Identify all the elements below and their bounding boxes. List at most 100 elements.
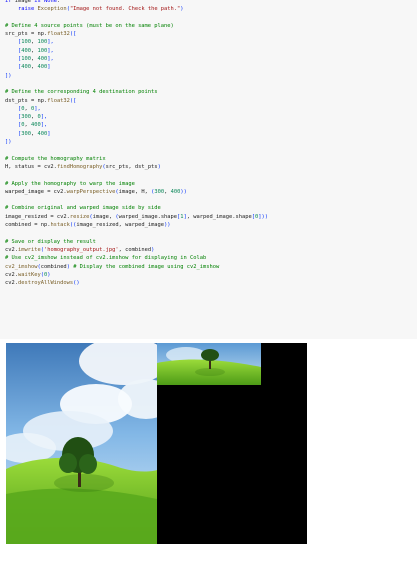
original-image-panel (6, 343, 174, 544)
code-line: [0, 400], (5, 121, 268, 129)
code-line: # Save or display the result (5, 238, 268, 246)
code-token: findHomography (56, 163, 103, 170)
code-token: image (14, 0, 35, 4)
code-token: ([ (69, 97, 77, 104)
code-token: waitKey (17, 271, 41, 278)
code-token: combined = np. (5, 222, 51, 229)
code-line: [100, 400], (5, 55, 268, 63)
code-token: cv2. (5, 280, 18, 287)
code-token: ([ (69, 31, 77, 38)
code-token: ) (151, 246, 155, 253)
code-token: 300 (21, 114, 31, 121)
code-editor[interactable]: if image is None: raise Exception("Image… (5, 0, 268, 287)
code-token: 400 (37, 64, 48, 71)
code-token: src_pts, dst_pts (105, 163, 158, 170)
code-token: 100 (37, 47, 48, 54)
code-token: ] (47, 64, 51, 71)
code-token: imwrite (17, 246, 41, 253)
code-token: warpPerspective (66, 188, 116, 195)
code-cell[interactable]: if image is None: raise Exception("Image… (0, 0, 417, 339)
code-token: # Compute the homography matrix (5, 155, 106, 162)
code-line: [300, 0], (5, 113, 268, 121)
code-token: "Image not found. Check the path." (69, 6, 181, 13)
code-token: [ (5, 114, 22, 121)
code-line: raise Exception("Image not found. Check … (5, 5, 268, 13)
code-line: combined = np.hstack((image_resized, war… (5, 221, 268, 229)
code-token: 300 (154, 188, 165, 195)
code-token: # Define 4 source points (must be on the… (5, 22, 174, 29)
code-token: () (73, 280, 80, 287)
code-token: )) (180, 188, 187, 195)
code-token: , warped_image.shape (186, 213, 252, 220)
code-token: [ (5, 64, 22, 71)
code-token: Exception (37, 6, 67, 13)
code-token: ], (40, 122, 48, 129)
code-token: 100 (37, 39, 48, 46)
code-token: )) (164, 222, 171, 229)
code-line: image_resized = cv2.resize(image, (warpe… (5, 213, 268, 221)
code-token: cv2_imshow (5, 263, 38, 270)
code-token: 300 (21, 130, 31, 137)
code-token: float32 (47, 97, 70, 104)
code-token: # Use cv2_imshow instead of cv2.imshow f… (5, 255, 207, 262)
code-token: 'homography_output.jpg' (43, 246, 119, 253)
code-token: if (5, 0, 15, 4)
code-token: destroyAllWindows (17, 280, 74, 287)
code-line: dst_pts = np.float32([ (5, 97, 268, 105)
code-line: [400, 100], (5, 47, 268, 55)
code-token: ], (47, 47, 54, 54)
code-token: # Define the corresponding 4 destination… (5, 89, 158, 96)
code-line: H, status = cv2.findHomography(src_pts, … (5, 163, 268, 171)
code-line: warped_image = cv2.warpPerspective(image… (5, 188, 268, 196)
code-token: ], (34, 105, 41, 112)
code-token: 100 (21, 56, 31, 63)
code-line: cv2_imshow(combined) # Display the combi… (5, 263, 268, 271)
code-token: 400 (30, 122, 41, 129)
code-line: cv2.imwrite('homography_output.jpg', com… (5, 246, 268, 254)
code-token: resize (69, 213, 90, 220)
code-token: [ (5, 122, 22, 129)
code-line: cv2.destroyAllWindows() (5, 279, 268, 287)
code-token: warped_image = cv2. (5, 188, 67, 195)
code-line: # Apply the homography to warp the image (5, 180, 268, 188)
code-token: [ (5, 105, 22, 112)
code-line: ]) (5, 72, 268, 80)
code-token: : (56, 0, 61, 4)
code-token: warped_image.shape (118, 213, 178, 220)
code-line: cv2.waitKey(0) (5, 271, 268, 279)
code-token: [ (5, 56, 22, 63)
code-token: cv2. (5, 246, 18, 253)
code-line: # Combine original and warped image side… (5, 204, 268, 212)
code-token: H, status = cv2. (5, 163, 57, 170)
code-token: float32 (47, 31, 70, 38)
code-line: # Compute the homography matrix (5, 155, 268, 163)
code-token: ], (40, 114, 48, 121)
code-token: , combined (118, 246, 152, 253)
code-token: ) (157, 163, 161, 170)
code-token: ] (47, 130, 51, 137)
code-token: cv2. (5, 271, 18, 278)
code-token: 400 (37, 56, 48, 63)
code-token: ]) (5, 72, 12, 79)
code-token: hstack (50, 222, 70, 229)
code-token: src_pts = np. (5, 31, 48, 38)
code-token: # Combine original and warped image side… (5, 205, 161, 212)
code-token: # Apply the homography to warp the image (5, 180, 135, 187)
code-token: 100 (21, 39, 31, 46)
code-token: image, (92, 213, 116, 220)
code-token: raise (17, 6, 38, 13)
code-token: # Save or display the result (5, 238, 96, 245)
code-token: image, H, (118, 188, 152, 195)
code-line: [100, 100], (5, 38, 268, 46)
code-line: [300, 400] (5, 130, 268, 138)
code-line: # Define the corresponding 4 destination… (5, 88, 268, 96)
code-token: 400 (170, 188, 181, 195)
code-token: is None (34, 0, 57, 4)
